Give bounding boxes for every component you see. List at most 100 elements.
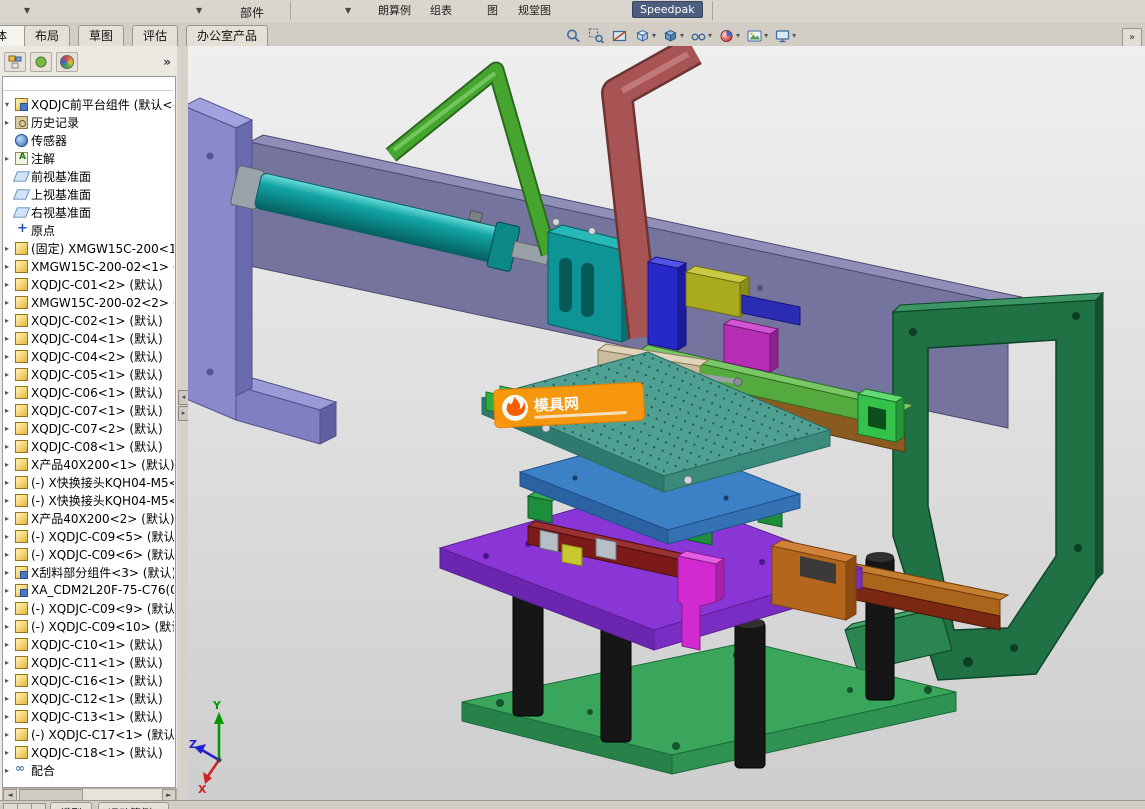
tree-item[interactable]: ▸ XQDJC-C01<2> (默认): [3, 275, 174, 293]
tree-item[interactable]: ▸ (-) XQDJC-C09<9> (默认): [3, 599, 174, 617]
collapse-taskpane-button[interactable]: »: [1122, 28, 1142, 48]
tree-item[interactable]: ▸ XMGW15C-200-02<2> (默认): [3, 293, 174, 311]
expander-icon[interactable]: ▸: [5, 568, 15, 577]
tree-item[interactable]: ▸ (-) X快换接头KQH04-M5<6> (: [3, 491, 174, 509]
expander-icon[interactable]: ▸: [5, 334, 15, 343]
tree-item[interactable]: ▸ XQDJC-C04<1> (默认): [3, 329, 174, 347]
tree-item[interactable]: 传感器: [3, 131, 174, 149]
tree-item[interactable]: ▸ XQDJC-C11<1> (默认): [3, 653, 174, 671]
view-orientation-button[interactable]: ▾: [631, 26, 659, 46]
expander-icon[interactable]: ▸: [5, 766, 15, 775]
tree-item[interactable]: ▸ 注解: [3, 149, 174, 167]
tree-item[interactable]: ▸ 配合: [3, 761, 174, 779]
tree-item[interactable]: ▸ (固定) XMGW15C-200<1> (默: [3, 239, 174, 257]
tree-item[interactable]: ▸ (-) XQDJC-C09<5> (默认): [3, 527, 174, 545]
tree-item[interactable]: ▸ (-) X快换接头KQH04-M5<4> (: [3, 473, 174, 491]
tree-item[interactable]: 右视基准面: [3, 203, 174, 221]
expander-icon[interactable]: ▸: [5, 748, 15, 757]
expander-icon[interactable]: ▸: [5, 694, 15, 703]
expander-icon[interactable]: ▸: [5, 388, 15, 397]
view-settings-button[interactable]: ▾: [771, 26, 799, 46]
expander-icon[interactable]: ▾: [5, 100, 15, 109]
tree-item[interactable]: ▸ XQDJC-C16<1> (默认): [3, 671, 174, 689]
tree-item[interactable]: ▸ 历史记录: [3, 113, 174, 131]
expander-icon[interactable]: ▸: [5, 262, 15, 271]
propertymanager-tab[interactable]: [30, 52, 52, 72]
tree-item[interactable]: ▸ XQDJC-C02<1> (默认): [3, 311, 174, 329]
expander-icon[interactable]: ▸: [5, 370, 15, 379]
tree-item[interactable]: ▸ XQDJC-C06<1> (默认): [3, 383, 174, 401]
dropdown-arrow-icon[interactable]: ▼: [345, 6, 351, 15]
tab-motion-study-1[interactable]: 运动算例1: [98, 802, 169, 809]
tree-item[interactable]: ▸ XQDJC-C07<2> (默认): [3, 419, 174, 437]
tab-scroll-right-icon[interactable]: ▸: [31, 803, 46, 809]
apply-scene-button[interactable]: ▾: [743, 26, 771, 46]
tree-item[interactable]: ▸ XQDJC-C12<1> (默认): [3, 689, 174, 707]
expander-icon[interactable]: ▸: [5, 496, 15, 505]
expander-icon[interactable]: ▸: [5, 712, 15, 721]
tab-model[interactable]: 模型: [50, 802, 92, 809]
tree-item[interactable]: ▸ XQDJC-C04<2> (默认): [3, 347, 174, 365]
expander-icon[interactable]: ▸: [5, 730, 15, 739]
tab-scroll-first-icon[interactable]: ◂◂: [3, 803, 18, 809]
speedpak-button[interactable]: Speedpak: [632, 1, 703, 18]
hide-show-items-button[interactable]: ▾: [687, 26, 715, 46]
tree-item[interactable]: ▸ XQDJC-C05<1> (默认): [3, 365, 174, 383]
ribbon-button-exploded-view[interactable]: 规堂图: [518, 2, 551, 18]
expander-icon[interactable]: ▸: [5, 280, 15, 289]
expander-icon[interactable]: ▸: [5, 352, 15, 361]
expander-icon[interactable]: ▸: [5, 406, 15, 415]
dropdown-arrow-icon[interactable]: ▼: [196, 6, 202, 15]
featuremanager-tab[interactable]: [4, 52, 26, 72]
panel-expand-chevron[interactable]: »: [163, 55, 171, 69]
tree-item[interactable]: ▸ XQDJC-C13<1> (默认): [3, 707, 174, 725]
tree-item[interactable]: ▸ XMGW15C-200-02<1> (默认): [3, 257, 174, 275]
expander-icon[interactable]: ▸: [5, 586, 15, 595]
expander-icon[interactable]: ▸: [5, 676, 15, 685]
tree-item[interactable]: ▸ XQDJC-C10<1> (默认): [3, 635, 174, 653]
tree-item[interactable]: 原点: [3, 221, 174, 239]
tab-evaluate[interactable]: 评估: [132, 25, 179, 46]
part-block-blue-vertical[interactable]: [646, 256, 688, 351]
tree-item[interactable]: 上视基准面: [3, 185, 174, 203]
zoom-fit-button[interactable]: [562, 26, 585, 46]
graphics-area[interactable]: 模具网 Y Z X: [188, 46, 1145, 800]
expander-icon[interactable]: ▸: [5, 154, 15, 163]
expander-icon[interactable]: ▸: [5, 532, 15, 541]
tab-office-products[interactable]: 办公室产品: [186, 25, 269, 46]
part-block-magenta-upper[interactable]: [722, 318, 780, 373]
tree-item[interactable]: ▾ XQDJC前平台组件 (默认<<默认>_: [3, 95, 174, 113]
configurationmanager-tab[interactable]: [56, 52, 78, 72]
expander-icon[interactable]: ▸: [5, 658, 15, 667]
expander-icon[interactable]: ▸: [5, 118, 15, 127]
ribbon-button-bom-table[interactable]: 组表: [430, 2, 452, 18]
tree-item[interactable]: ▸ XA_CDM2L20F-75-C76(0)<1>: [3, 581, 174, 599]
expander-icon[interactable]: ▸: [5, 298, 15, 307]
tab-sketch[interactable]: 草图: [78, 25, 125, 46]
tree-item[interactable]: ▸ (-) XQDJC-C09<6> (默认): [3, 545, 174, 563]
expander-icon[interactable]: ▸: [5, 550, 15, 559]
tree-item[interactable]: ▸ X产品40X200<2> (默认): [3, 509, 174, 527]
tree-item[interactable]: 前视基准面: [3, 167, 174, 185]
expander-icon[interactable]: ▸: [5, 622, 15, 631]
expander-icon[interactable]: ▸: [5, 640, 15, 649]
panel-splitter[interactable]: ◂ ▸: [177, 46, 189, 800]
tree-item[interactable]: ▸ XQDJC-C08<1> (默认): [3, 437, 174, 455]
expander-icon[interactable]: ▸: [5, 442, 15, 451]
expander-icon[interactable]: ▸: [5, 424, 15, 433]
zoom-area-button[interactable]: [585, 26, 608, 46]
tree-item[interactable]: ▸ XQDJC-C07<1> (默认): [3, 401, 174, 419]
section-view-button[interactable]: [608, 26, 631, 46]
edit-appearance-button[interactable]: ▾: [715, 26, 743, 46]
dropdown-arrow-icon[interactable]: ▼: [24, 6, 30, 15]
tab-scroll-left-icon[interactable]: ◂: [17, 803, 32, 809]
expander-icon[interactable]: ▸: [5, 316, 15, 325]
expander-icon[interactable]: ▸: [5, 460, 15, 469]
part-rail-block-green[interactable]: [856, 388, 906, 443]
ribbon-button-view[interactable]: 图: [487, 2, 498, 18]
tree-item[interactable]: ▸ X产品40X200<1> (默认): [3, 455, 174, 473]
tree-item[interactable]: ▸ XQDJC-C18<1> (默认): [3, 743, 174, 761]
tree-item[interactable]: ▸ X刮料部分组件<3> (默认): [3, 563, 174, 581]
expander-icon[interactable]: ▸: [5, 478, 15, 487]
ribbon-button-components[interactable]: 部件: [240, 4, 264, 21]
